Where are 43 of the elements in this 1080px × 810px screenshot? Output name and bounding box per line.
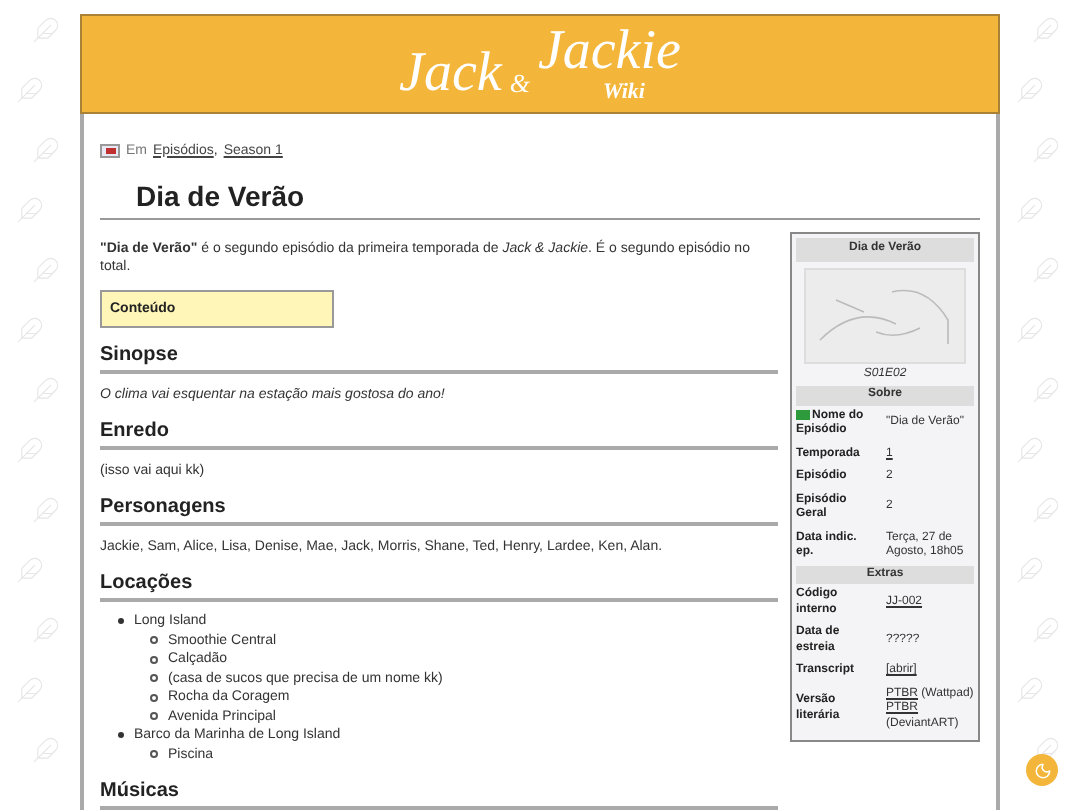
theme-toggle-button[interactable] bbox=[1026, 754, 1058, 786]
section-heading: Personagens bbox=[100, 496, 228, 520]
page-title: Dia de Verão bbox=[136, 178, 307, 214]
feather-icon bbox=[32, 496, 60, 524]
feather-icon bbox=[1016, 196, 1044, 224]
flag-icon bbox=[100, 144, 120, 159]
feather-icon bbox=[1032, 496, 1060, 524]
section-heading: Enredo bbox=[100, 420, 171, 444]
feather-icon bbox=[16, 76, 44, 104]
feather-icon bbox=[1016, 316, 1044, 344]
bullet-icon bbox=[118, 618, 124, 625]
feather-icon bbox=[32, 736, 60, 764]
feather-icon bbox=[1016, 556, 1044, 584]
feather-icon bbox=[32, 376, 60, 404]
feather-icon bbox=[1032, 256, 1060, 284]
section-heading: Músicas bbox=[100, 780, 181, 804]
feather-icon bbox=[32, 136, 60, 164]
feather-icon bbox=[1032, 376, 1060, 404]
feather-icon bbox=[32, 616, 60, 644]
feather-icon bbox=[1016, 76, 1044, 104]
feather-icon bbox=[1016, 436, 1044, 464]
feather-icon bbox=[1032, 616, 1060, 644]
feather-icon bbox=[16, 676, 44, 704]
bullet-icon bbox=[150, 712, 158, 721]
feather-icon bbox=[1032, 16, 1060, 44]
bullet-icon bbox=[150, 693, 158, 702]
bullet-icon bbox=[150, 655, 158, 664]
feather-icon bbox=[32, 16, 60, 44]
feather-icon bbox=[1016, 676, 1044, 704]
bullet-icon bbox=[118, 732, 124, 739]
moon-icon bbox=[1033, 761, 1051, 779]
feather-icon bbox=[16, 436, 44, 464]
section-heading: Locações bbox=[100, 572, 195, 596]
feather-icon bbox=[16, 196, 44, 224]
section-heading: Sinopse bbox=[100, 344, 180, 368]
feather-icon bbox=[32, 256, 60, 284]
bullet-icon bbox=[150, 750, 158, 759]
bullet-icon bbox=[150, 674, 158, 683]
feather-icon bbox=[16, 556, 44, 584]
flag-icon bbox=[796, 409, 810, 419]
bullet-icon bbox=[150, 636, 158, 645]
feather-icon bbox=[16, 316, 44, 344]
feather-icon bbox=[1032, 136, 1060, 164]
